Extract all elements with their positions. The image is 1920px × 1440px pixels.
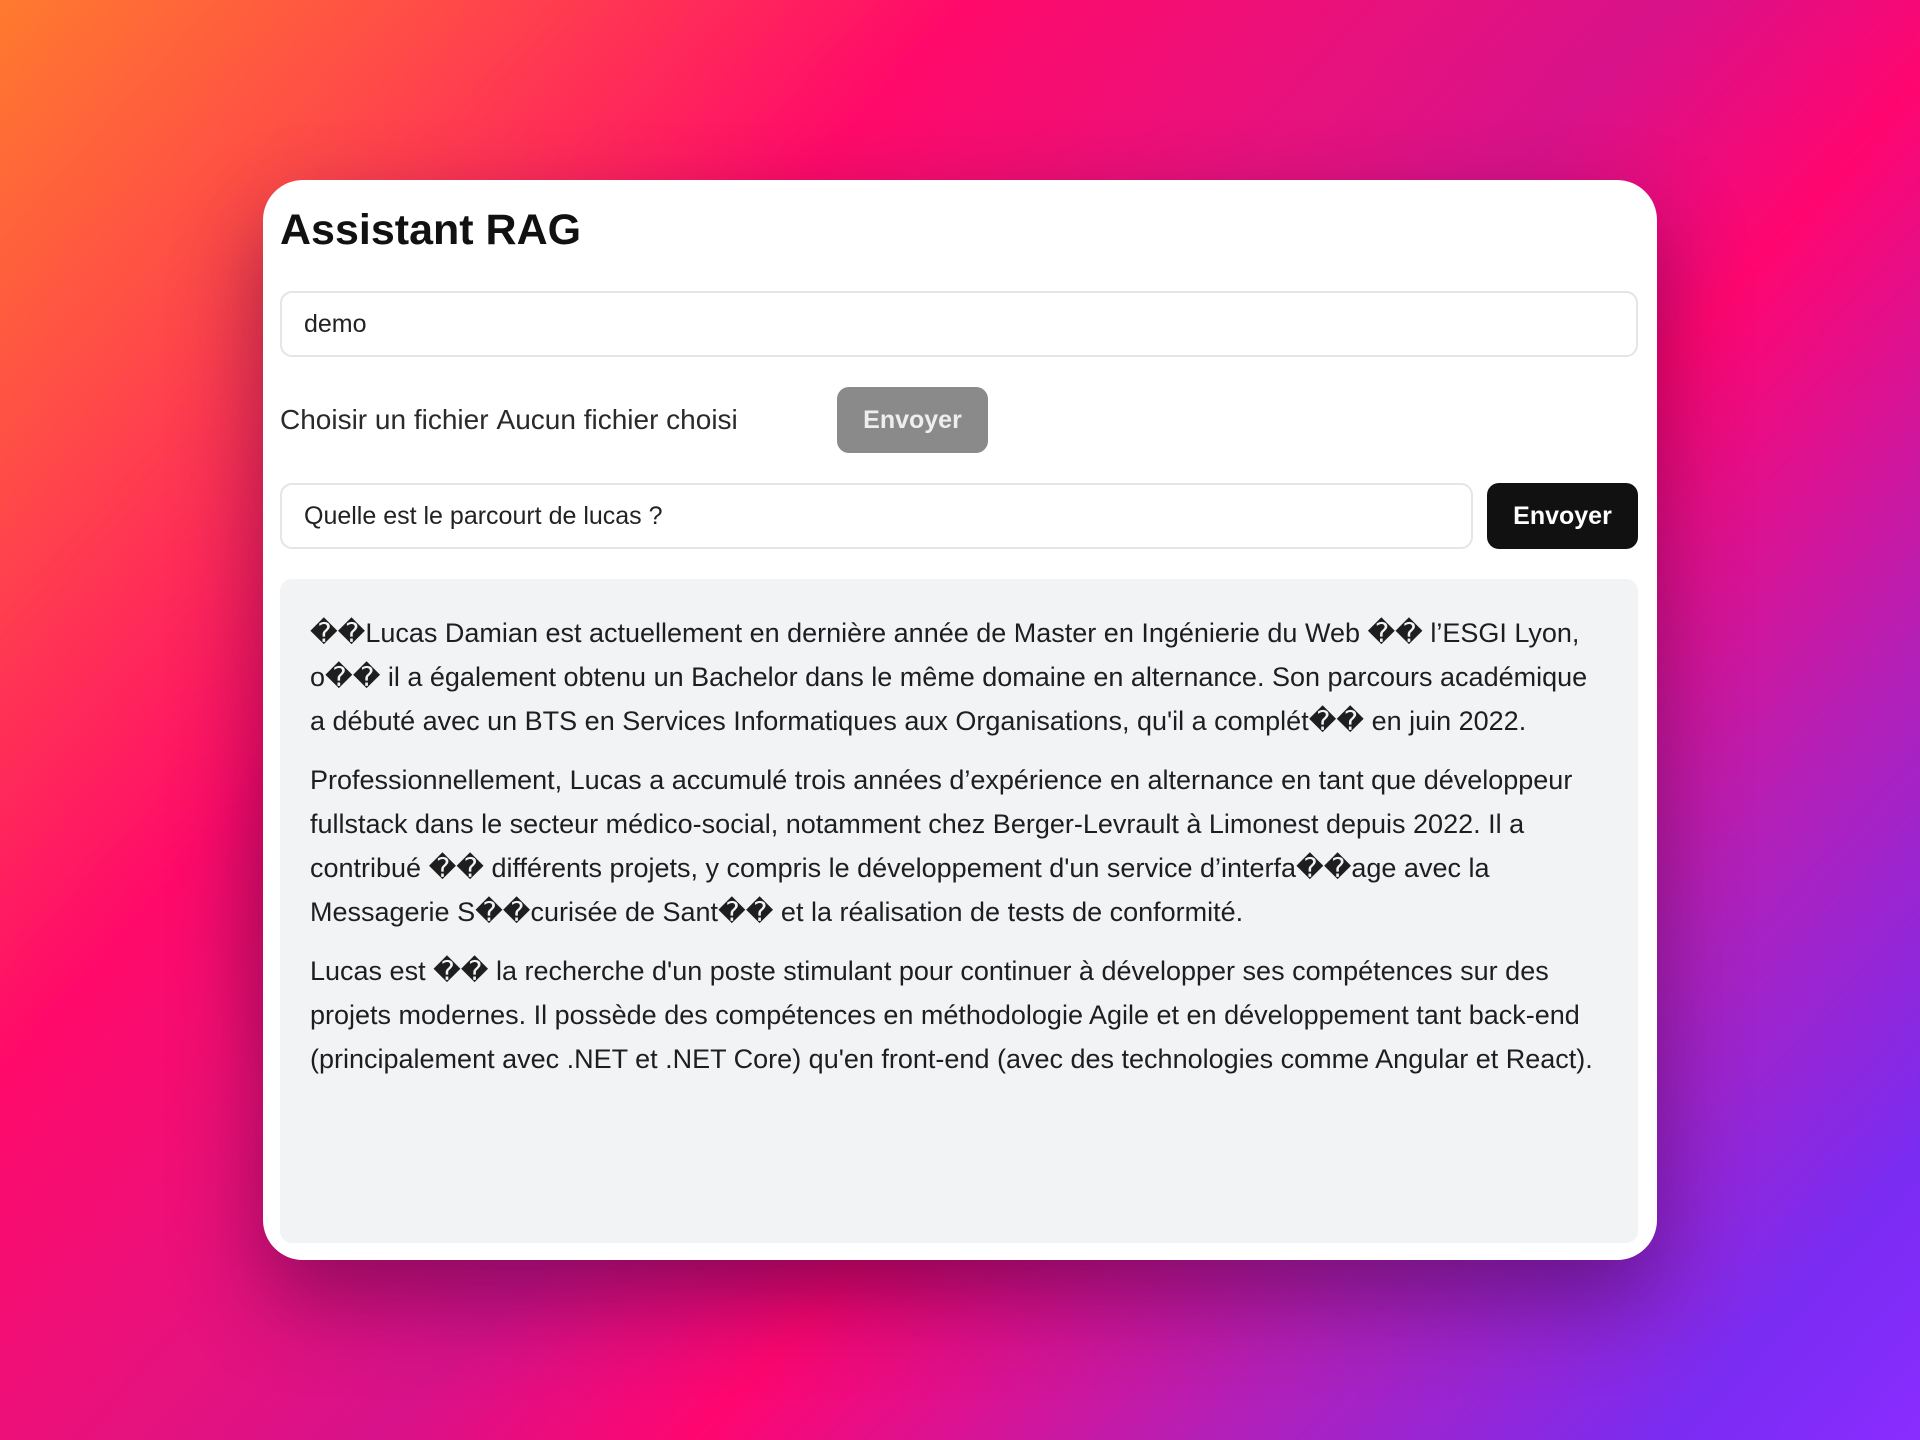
question-input[interactable] (280, 483, 1473, 549)
answer-panel: ��Lucas Damian est actuellement en derni… (280, 579, 1638, 1243)
file-picker: Choisir un fichier Aucun fichier choisi (280, 387, 738, 453)
choose-file-button[interactable]: Choisir un fichier (280, 404, 489, 436)
answer-paragraph: Professionnellement, Lucas a accumulé tr… (310, 765, 1573, 927)
assistant-card: Assistant RAG Choisir un fichier Aucun f… (263, 180, 1657, 1260)
question-send-button[interactable]: Envoyer (1487, 483, 1638, 549)
answer-paragraph: Lucas est �� la recherche d'un poste sti… (310, 956, 1593, 1074)
upload-send-button[interactable]: Envoyer (837, 387, 988, 453)
file-status-label: Aucun fichier choisi (496, 404, 738, 435)
answer-paragraph: ��Lucas Damian est actuellement en derni… (310, 618, 1588, 736)
page-title: Assistant RAG (280, 206, 582, 254)
collection-name-input[interactable] (280, 291, 1638, 357)
